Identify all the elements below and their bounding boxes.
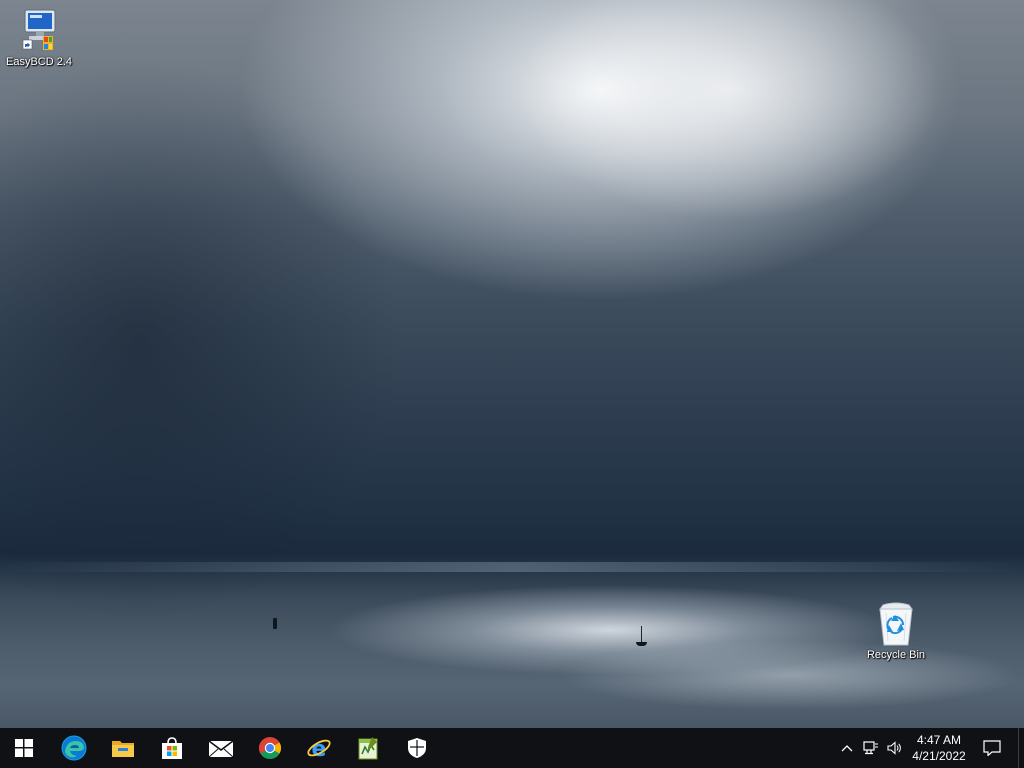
edge-icon [61, 735, 87, 761]
taskbar-mail-button[interactable] [197, 728, 245, 768]
chevron-up-icon [841, 745, 853, 752]
tray-network-button[interactable] [860, 728, 882, 768]
easybcd-icon [22, 9, 56, 50]
volume-icon [887, 741, 901, 755]
recycle-bin-icon [879, 602, 913, 646]
windows-start-icon [15, 739, 33, 757]
file-explorer-icon [112, 741, 134, 757]
show-desktop-button[interactable] [1018, 728, 1024, 768]
taskbar-internet-explorer-button[interactable]: e [295, 728, 343, 768]
sea-horizon [0, 562, 1024, 572]
buoy [273, 618, 277, 629]
tray-volume-button[interactable] [884, 728, 906, 768]
windows-security-icon [408, 738, 426, 758]
taskbar: e 4:47 AM 4/21/2022 [0, 728, 1024, 768]
notepad-plus-plus-icon [358, 737, 378, 760]
desktop-icon-easybcd[interactable]: EasyBCD 2.4 [1, 6, 77, 69]
desktop-icon-recycle-bin[interactable]: Recycle Bin [858, 601, 934, 662]
taskbar-notepad-plus-plus-button[interactable] [344, 728, 392, 768]
clock-date: 4/21/2022 [912, 749, 966, 763]
taskbar-windows-security-button[interactable] [393, 728, 441, 768]
desktop-icon-label: EasyBCD 2.4 [5, 56, 73, 68]
chrome-icon [259, 737, 281, 759]
taskbar-edge-button[interactable] [50, 728, 98, 768]
taskbar-store-button[interactable] [148, 728, 196, 768]
boat-mast [641, 626, 642, 642]
internet-explorer-icon: e [307, 737, 331, 761]
taskbar-file-explorer-button[interactable] [99, 728, 147, 768]
taskbar-clock[interactable]: 4:47 AM 4/21/2022 [906, 728, 972, 768]
tray-overflow-button[interactable] [836, 728, 858, 768]
taskbar-chrome-button[interactable] [246, 728, 294, 768]
microsoft-store-icon [162, 737, 182, 759]
clock-time: 4:47 AM [916, 733, 962, 747]
action-center-button[interactable] [978, 728, 1006, 768]
notification-icon [983, 740, 1001, 756]
mail-icon [208, 740, 234, 758]
desktop-icon-label: Recycle Bin [866, 649, 926, 661]
network-icon [863, 741, 878, 755]
sea-sparkle-secondary [560, 640, 1020, 710]
start-button[interactable] [0, 728, 48, 768]
